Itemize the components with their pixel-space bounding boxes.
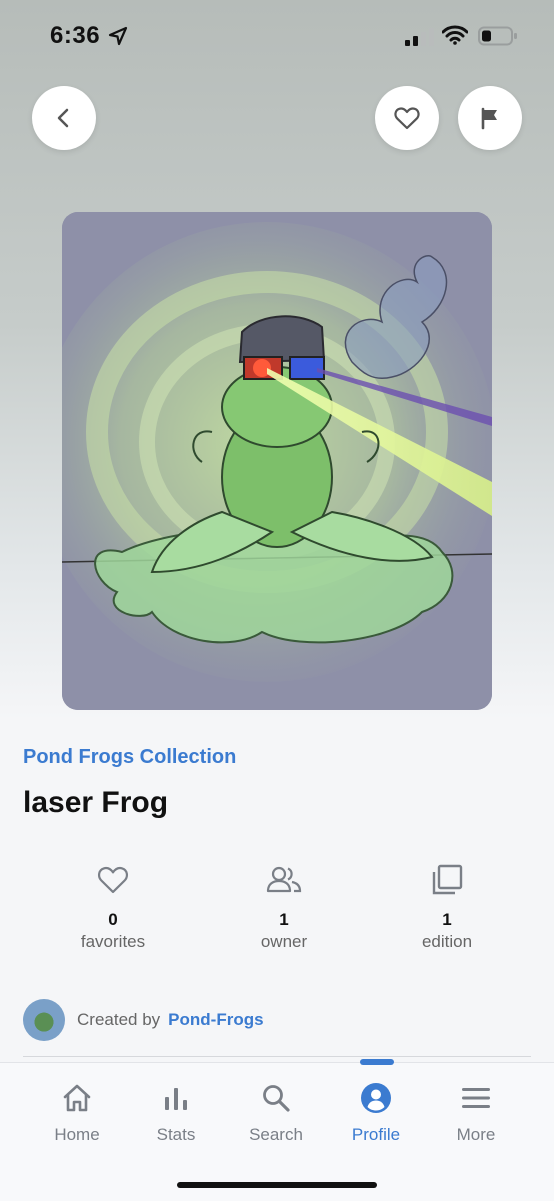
creator-avatar[interactable] [23,999,65,1041]
tab-profile[interactable]: Profile [326,1081,426,1145]
active-tab-indicator [360,1059,394,1065]
tab-search[interactable]: Search [226,1081,326,1145]
wifi-icon [442,25,468,45]
owner-label: owner [260,932,308,951]
people-icon [266,866,302,893]
bar-chart-icon [165,1088,187,1110]
profile-icon [361,1083,391,1113]
tab-home-label: Home [54,1125,100,1144]
nft-artwork-image[interactable] [62,212,492,710]
tab-stats[interactable]: Stats [126,1081,226,1145]
edition-count: 1 [442,910,452,929]
created-by-label: Created by [77,1010,161,1029]
collection-link[interactable]: Pond Frogs Collection [23,746,236,769]
heart-outline-icon [394,107,420,130]
tab-profile-label: Profile [351,1125,401,1144]
battery-icon [478,26,517,46]
item-stats: 0 favorites 1 owner 1 edition [0,860,554,960]
tab-home[interactable]: Home [27,1081,127,1145]
stat-editions[interactable]: 1 edition [367,860,527,952]
back-button[interactable] [32,86,96,150]
tab-more-label: More [456,1125,496,1144]
stat-favorites: 0 favorites [33,860,193,952]
search-icon [263,1085,290,1112]
creator-name-link[interactable]: Pond-Frogs [168,1010,263,1030]
favorite-button[interactable] [375,86,439,150]
cellular-signal-icon [405,28,434,46]
menu-icon [462,1088,490,1108]
creator-row[interactable]: Created by Pond-Frogs [23,998,264,1042]
heart-outline-icon [98,866,128,894]
status-time: 6:36 [50,22,101,49]
tab-stats-label: Stats [156,1125,196,1144]
divider [23,1056,531,1057]
home-indicator[interactable] [177,1182,377,1188]
bottom-tab-bar: Home Stats Search Profile More [0,1059,554,1201]
item-title: laser Frog [23,786,169,819]
favorites-count: 0 [108,910,118,929]
report-flag-button[interactable] [458,86,522,150]
owner-count: 1 [279,910,289,929]
stat-owners[interactable]: 1 owner [204,860,364,952]
status-bar: 6:36 [0,0,554,70]
tab-more[interactable]: More [426,1081,526,1145]
chevron-left-icon [57,108,69,128]
copies-icon [432,864,463,895]
edition-label: edition [421,932,473,951]
favorites-label: favorites [80,932,146,951]
tab-search-label: Search [249,1125,303,1144]
location-arrow-icon [108,26,128,46]
flag-icon [481,107,497,130]
home-icon [63,1084,91,1112]
